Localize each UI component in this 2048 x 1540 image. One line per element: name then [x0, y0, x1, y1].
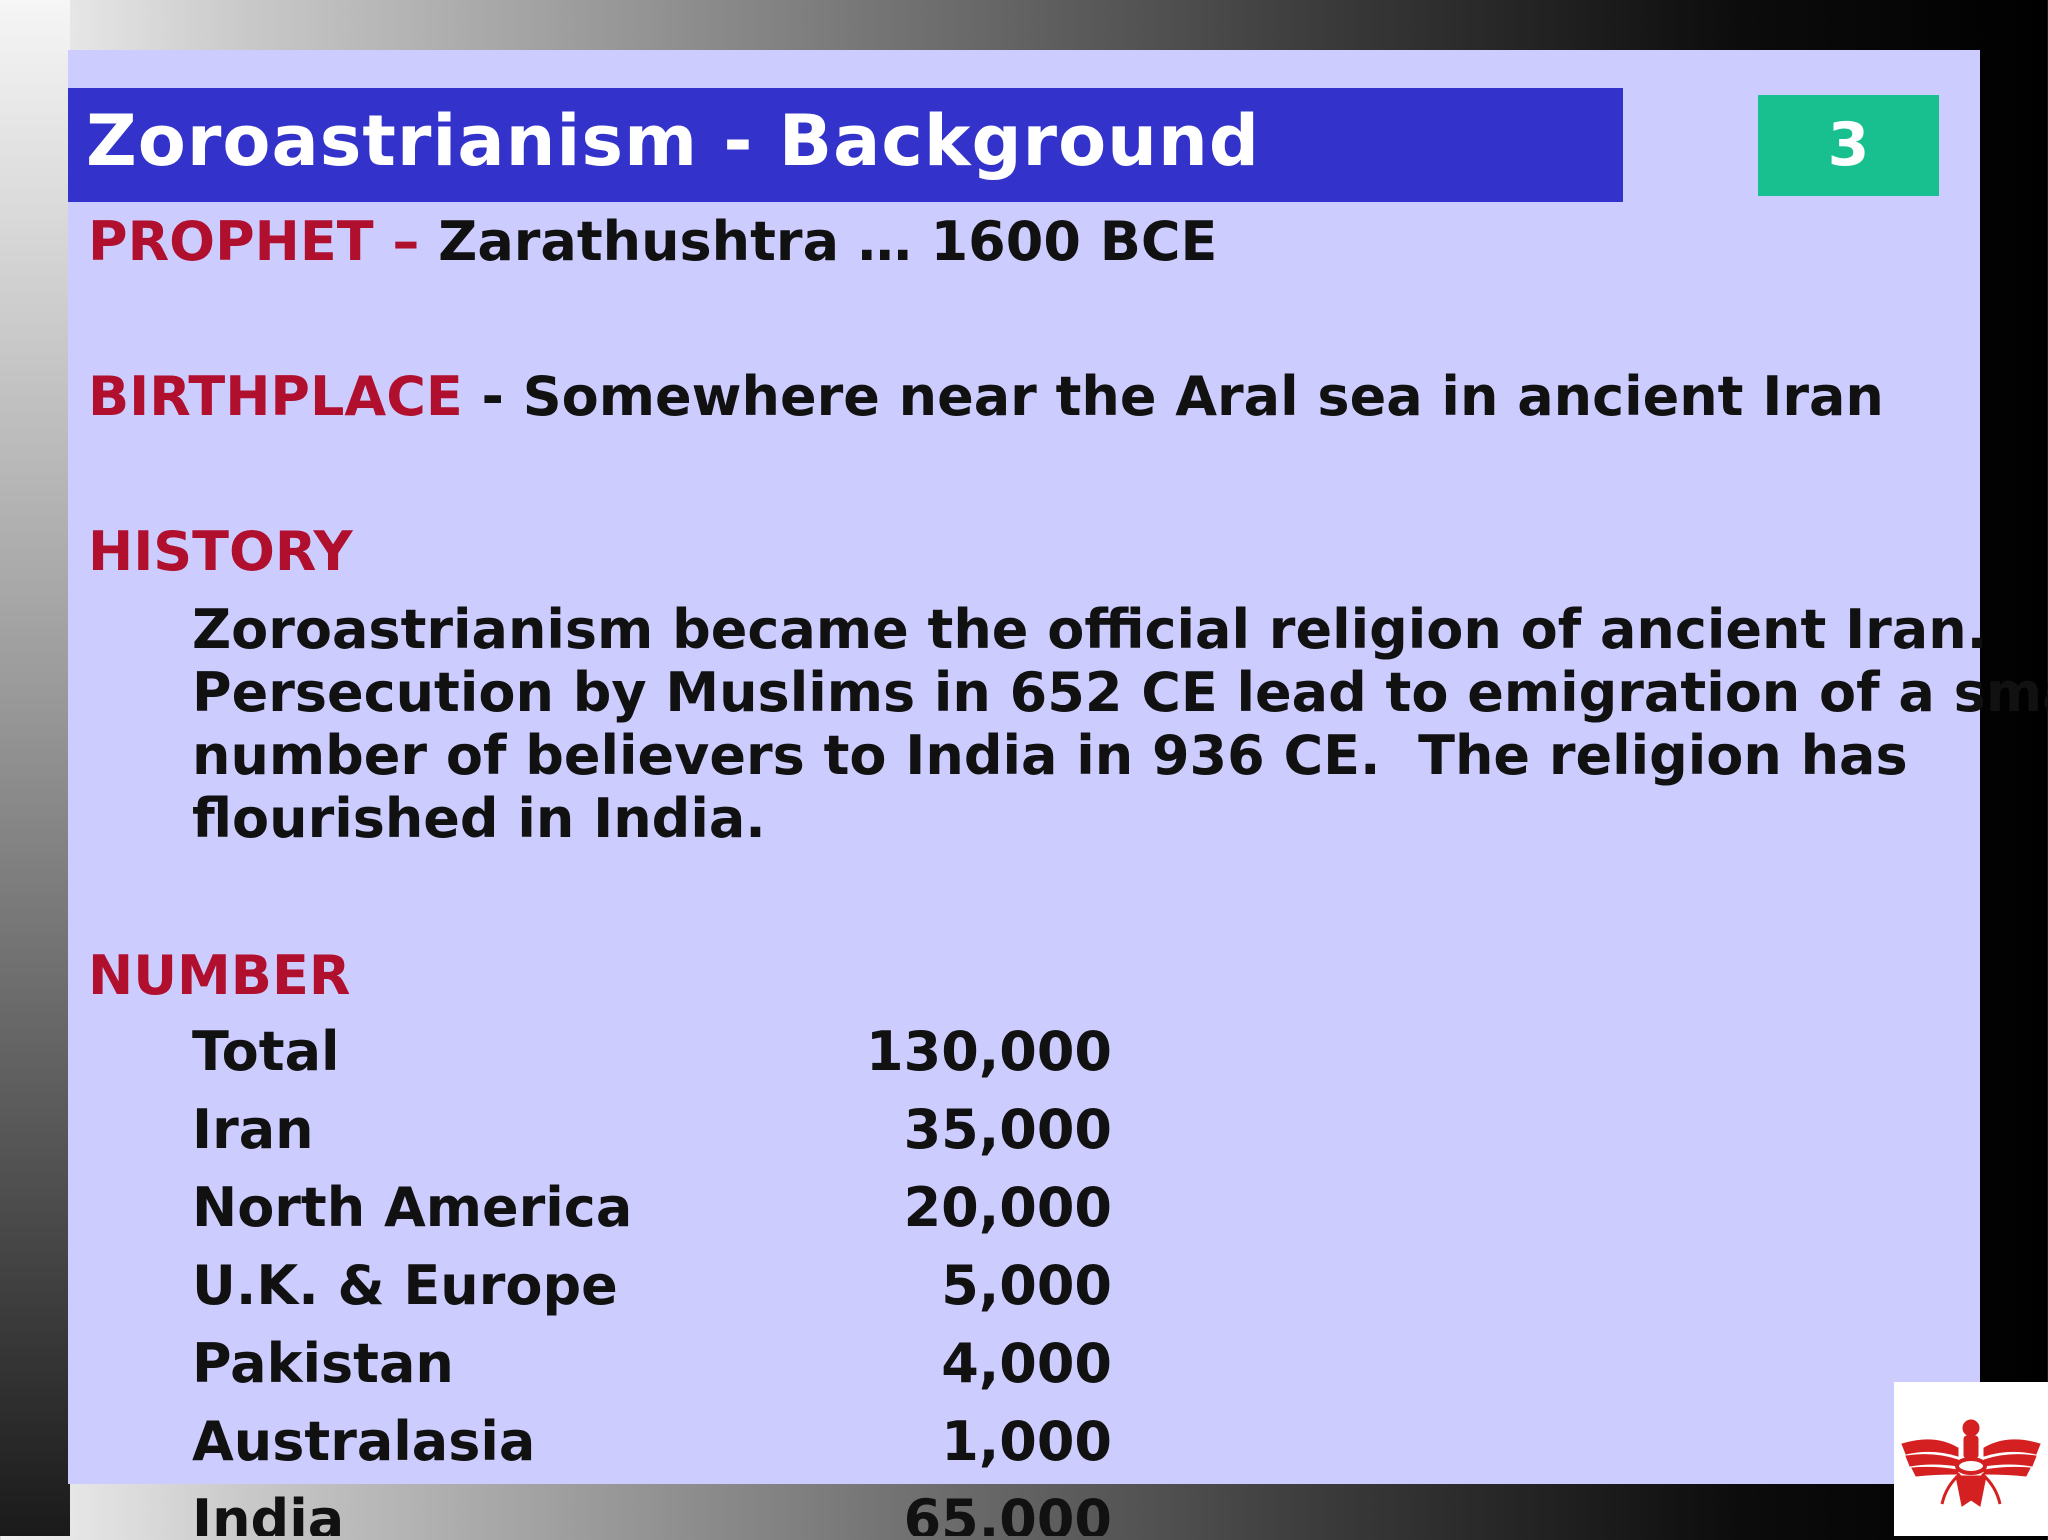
- prophet-separator: –: [373, 210, 439, 273]
- region-count: 130,000: [866, 1020, 1112, 1083]
- faravahar-icon: [1901, 1419, 2041, 1507]
- population-row: Total 130,000: [192, 1020, 1112, 1090]
- region-name: Total: [192, 1020, 340, 1083]
- region-name: Pakistan: [192, 1332, 454, 1395]
- region-name: U.K. & Europe: [192, 1254, 618, 1317]
- birthplace-label: BIRTHPLACE: [88, 365, 463, 428]
- slide-title: Zoroastrianism - Background: [86, 100, 1260, 182]
- population-row: Iran 35,000: [192, 1098, 1112, 1168]
- prophet-line: PROPHET – Zarathushtra … 1600 BCE: [88, 210, 1217, 274]
- region-count: 35,000: [903, 1098, 1112, 1161]
- history-label: HISTORY: [88, 520, 353, 583]
- region-name: Iran: [192, 1098, 314, 1161]
- birthplace-line: BIRTHPLACE - Somewhere near the Aral sea…: [88, 365, 1884, 429]
- history-line: Persecution by Muslims in 652 CE lead to…: [192, 661, 2048, 724]
- region-count: 5,000: [941, 1254, 1112, 1317]
- population-row: North America 20,000: [192, 1176, 1112, 1246]
- birthplace-separator: -: [462, 365, 523, 428]
- population-row: Australasia 1,000: [192, 1410, 1112, 1480]
- history-line: Zoroastrianism became the official relig…: [192, 598, 1988, 661]
- region-name: Australasia: [192, 1410, 536, 1473]
- population-row: Pakistan 4,000: [192, 1332, 1112, 1402]
- region-count: 1,000: [941, 1410, 1112, 1473]
- population-row: India 65,000: [192, 1488, 1112, 1536]
- region-count: 4,000: [941, 1332, 1112, 1395]
- region-count: 20,000: [903, 1176, 1112, 1239]
- region-name: North America: [192, 1176, 633, 1239]
- history-heading: HISTORY: [88, 520, 353, 584]
- number-label: NUMBER: [88, 944, 351, 1007]
- history-line: flourished in India.: [192, 787, 766, 850]
- number-heading: NUMBER: [88, 944, 350, 1008]
- region-count: 65,000: [903, 1488, 1112, 1536]
- history-paragraph: Zoroastrianism became the official relig…: [192, 598, 2048, 850]
- background-gradient: [0, 0, 70, 1536]
- history-line: number of believers to India in 936 CE. …: [192, 724, 1908, 787]
- birthplace-text: Somewhere near the Aral sea in ancient I…: [522, 365, 1884, 428]
- prophet-label: PROPHET: [88, 210, 374, 273]
- population-row: U.K. & Europe 5,000: [192, 1254, 1112, 1324]
- page-number-badge: 3: [1758, 95, 1939, 196]
- logo: [1894, 1382, 2048, 1536]
- region-name: India: [192, 1488, 345, 1536]
- prophet-text: Zarathushtra … 1600 BCE: [438, 210, 1218, 273]
